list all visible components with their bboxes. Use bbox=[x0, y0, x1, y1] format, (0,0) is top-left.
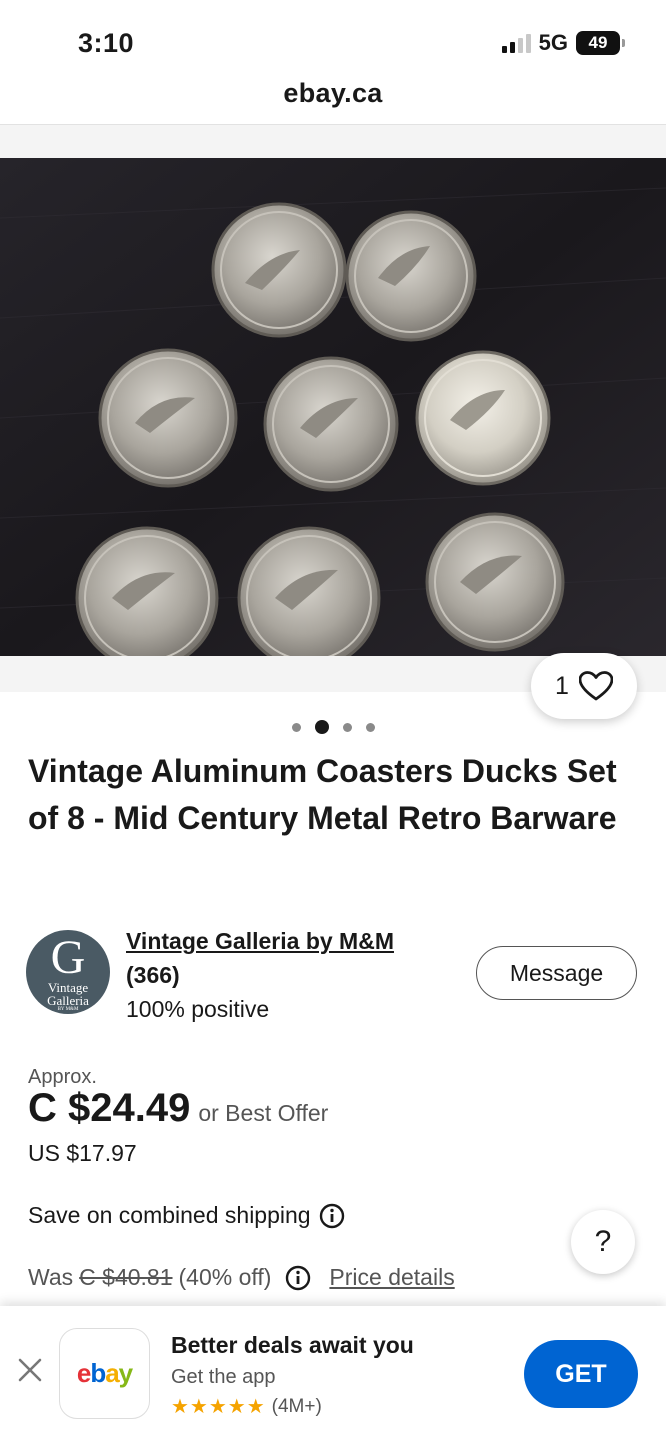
info-icon[interactable] bbox=[285, 1265, 311, 1291]
seller-feedback-count: (366) bbox=[126, 962, 180, 988]
discount-percent: (40% off) bbox=[178, 1264, 272, 1290]
heart-icon bbox=[578, 671, 613, 701]
page-top-strip bbox=[0, 124, 666, 158]
logo-letter-e: e bbox=[76, 1358, 92, 1388]
banner-rating: ★★★★★ (4M+) bbox=[171, 1394, 322, 1419]
message-seller-button[interactable]: Message bbox=[476, 946, 637, 1000]
address-bar[interactable]: ebay.ca bbox=[0, 78, 666, 109]
logo-letter-b: b bbox=[90, 1358, 106, 1388]
us-price: US $17.97 bbox=[28, 1140, 137, 1166]
seller-logo-line3: BY M&M bbox=[57, 1007, 79, 1012]
watch-count: 1 bbox=[555, 671, 569, 700]
logo-letter-a: a bbox=[105, 1358, 120, 1388]
get-app-button[interactable]: GET bbox=[524, 1340, 638, 1408]
status-indicators: 5G 49 bbox=[501, 30, 625, 56]
was-price-line: Was C $40.81 (40% off) Price details bbox=[28, 1264, 455, 1291]
price-line: C $24.49 or Best Offer bbox=[28, 1086, 328, 1131]
carousel-dot-active[interactable] bbox=[314, 720, 329, 734]
banner-title: Better deals await you bbox=[171, 1332, 414, 1358]
close-icon[interactable] bbox=[16, 1356, 44, 1384]
best-offer-label: or Best Offer bbox=[198, 1100, 329, 1126]
carousel-dot[interactable] bbox=[365, 722, 375, 732]
logo-letter-y: y bbox=[118, 1358, 134, 1388]
product-title: Vintage Aluminum Coasters Ducks Set of 8… bbox=[28, 753, 617, 836]
watch-button[interactable]: 1 bbox=[531, 653, 637, 719]
carousel-indicator bbox=[0, 718, 666, 736]
help-button[interactable]: ? bbox=[571, 1210, 635, 1274]
product-photo bbox=[0, 158, 666, 656]
status-bar: 3:10 5G 49 bbox=[0, 0, 666, 80]
info-icon[interactable] bbox=[319, 1203, 345, 1229]
carousel-dot[interactable] bbox=[291, 722, 301, 732]
seller-logo-letter: G bbox=[50, 931, 86, 984]
seller-positive-rating: 100% positive bbox=[126, 996, 270, 1022]
battery-icon: 49 bbox=[576, 31, 625, 55]
star-rating-icon: ★★★★★ bbox=[171, 1396, 266, 1418]
seller-logo-line2: Galleria bbox=[47, 993, 89, 1008]
banner-subtitle: Get the app bbox=[171, 1366, 276, 1388]
seller-avatar[interactable]: G Vintage Galleria BY M&M bbox=[26, 930, 110, 1014]
product-image[interactable] bbox=[0, 158, 666, 656]
price-details-link[interactable]: Price details bbox=[329, 1264, 454, 1291]
combined-shipping: Save on combined shipping bbox=[28, 1202, 345, 1229]
was-label: Was bbox=[28, 1264, 74, 1290]
price: C $24.49 bbox=[28, 1086, 191, 1130]
signal-icon bbox=[501, 33, 531, 53]
shipping-text: Save on combined shipping bbox=[28, 1202, 311, 1228]
network-type: 5G bbox=[538, 30, 568, 55]
carousel-dot[interactable] bbox=[342, 722, 352, 732]
was-price: C $40.81 bbox=[79, 1264, 173, 1290]
rating-count: (4M+) bbox=[271, 1395, 322, 1417]
status-time: 3:10 bbox=[78, 28, 135, 58]
ebay-app-icon[interactable]: ebay bbox=[59, 1328, 150, 1419]
seller-name-link[interactable]: Vintage Galleria by M&M bbox=[126, 928, 394, 955]
